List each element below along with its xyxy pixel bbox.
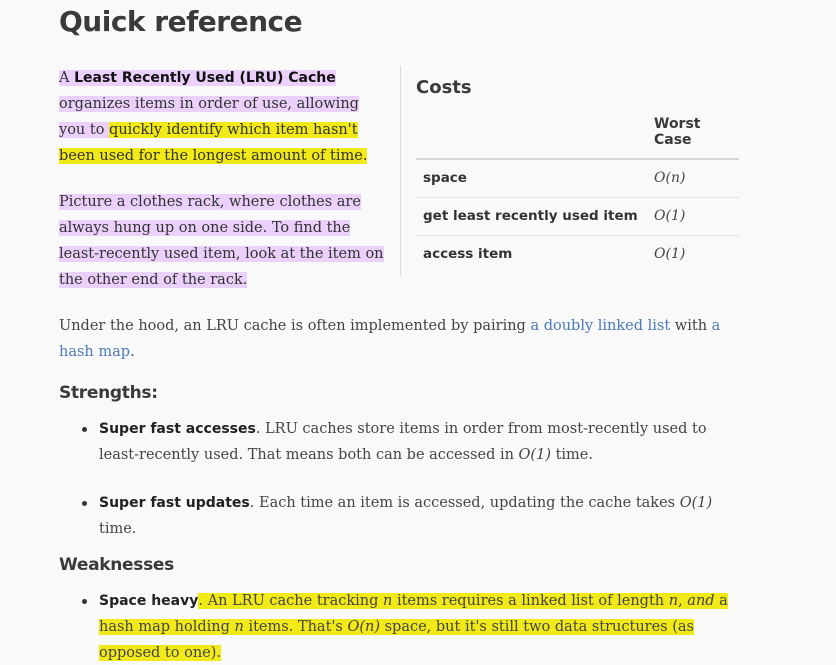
bullet-icon [82, 599, 87, 604]
intro-article: A [59, 70, 75, 86]
table-row: access item O(1) [416, 235, 739, 273]
hood-text: Under the hood, an LRU cache is often im… [59, 318, 531, 334]
worst-case-column-header: Worst Case [647, 108, 739, 160]
cost-operation: access item [423, 246, 513, 263]
hood-text-middle: with [670, 318, 712, 334]
intro-section: A Least Recently Used (LRU) Cache organi… [59, 65, 389, 313]
weaknesses-heading: Weaknesses [59, 555, 174, 575]
cost-operation: get least recently used item [416, 197, 647, 236]
weakness-title: Space heavy [99, 593, 199, 609]
math-expression: O(n) [347, 619, 380, 635]
cost-operation: space [416, 159, 647, 198]
bullet-icon [82, 427, 87, 432]
weakness-text: items. That's [243, 619, 348, 635]
operation-column-header [416, 108, 647, 160]
strength-title: Super fast accesses [99, 421, 256, 437]
clothes-rack-text: Picture a clothes rack, where clothes ar… [59, 194, 384, 288]
weakness-text: . An LRU cache tracking [198, 593, 383, 609]
cost-value: O(1) [654, 246, 686, 263]
table-row: space O(n) [416, 159, 739, 198]
list-item: Super fast accesses. LRU caches store it… [80, 416, 740, 468]
page-title: Quick reference [59, 5, 303, 38]
doubly-linked-list-link[interactable]: a doubly linked list [530, 318, 670, 334]
cost-value: O(n) [647, 159, 739, 198]
hood-text-end: . [130, 344, 135, 360]
intro-paragraph-1: A Least Recently Used (LRU) Cache organi… [59, 65, 389, 169]
weakness-text: items requires a linked list of length [392, 593, 669, 609]
costs-heading: Costs [416, 77, 472, 98]
math-expression: n [668, 593, 679, 609]
intro-paragraph-2: Picture a clothes rack, where clothes ar… [59, 189, 389, 293]
strength-title: Super fast updates [99, 495, 250, 511]
bullet-icon [82, 501, 87, 506]
strengths-list: Super fast accesses. LRU caches store it… [80, 416, 740, 542]
costs-header-row: Worst Case [416, 108, 739, 160]
cost-value: O(1) [647, 197, 739, 236]
math-expression: O(1) [518, 447, 551, 463]
strength-text-end: time. [99, 521, 137, 537]
implementation-paragraph: Under the hood, an LRU cache is often im… [59, 313, 739, 365]
strengths-heading: Strengths: [59, 383, 158, 403]
lru-term: Least Recently Used (LRU) Cache [74, 70, 336, 86]
strength-text: . Each time an item is accessed, updatin… [249, 495, 680, 511]
math-expression: n [383, 593, 393, 609]
weaknesses-list: Space heavy. An LRU cache tracking n ite… [80, 588, 740, 665]
list-item: Super fast updates. Each time an item is… [80, 490, 740, 542]
weakness-text: , [678, 593, 688, 609]
strength-text-end: time. [550, 447, 593, 463]
math-expression: and [687, 593, 715, 609]
costs-table: Worst Case space O(n) get least recently… [416, 108, 739, 273]
math-expression: n [234, 619, 244, 635]
table-row: get least recently used item O(1) [416, 197, 739, 236]
math-expression: O(1) [679, 495, 713, 511]
list-item: Space heavy. An LRU cache tracking n ite… [80, 588, 740, 665]
column-divider [400, 66, 401, 276]
